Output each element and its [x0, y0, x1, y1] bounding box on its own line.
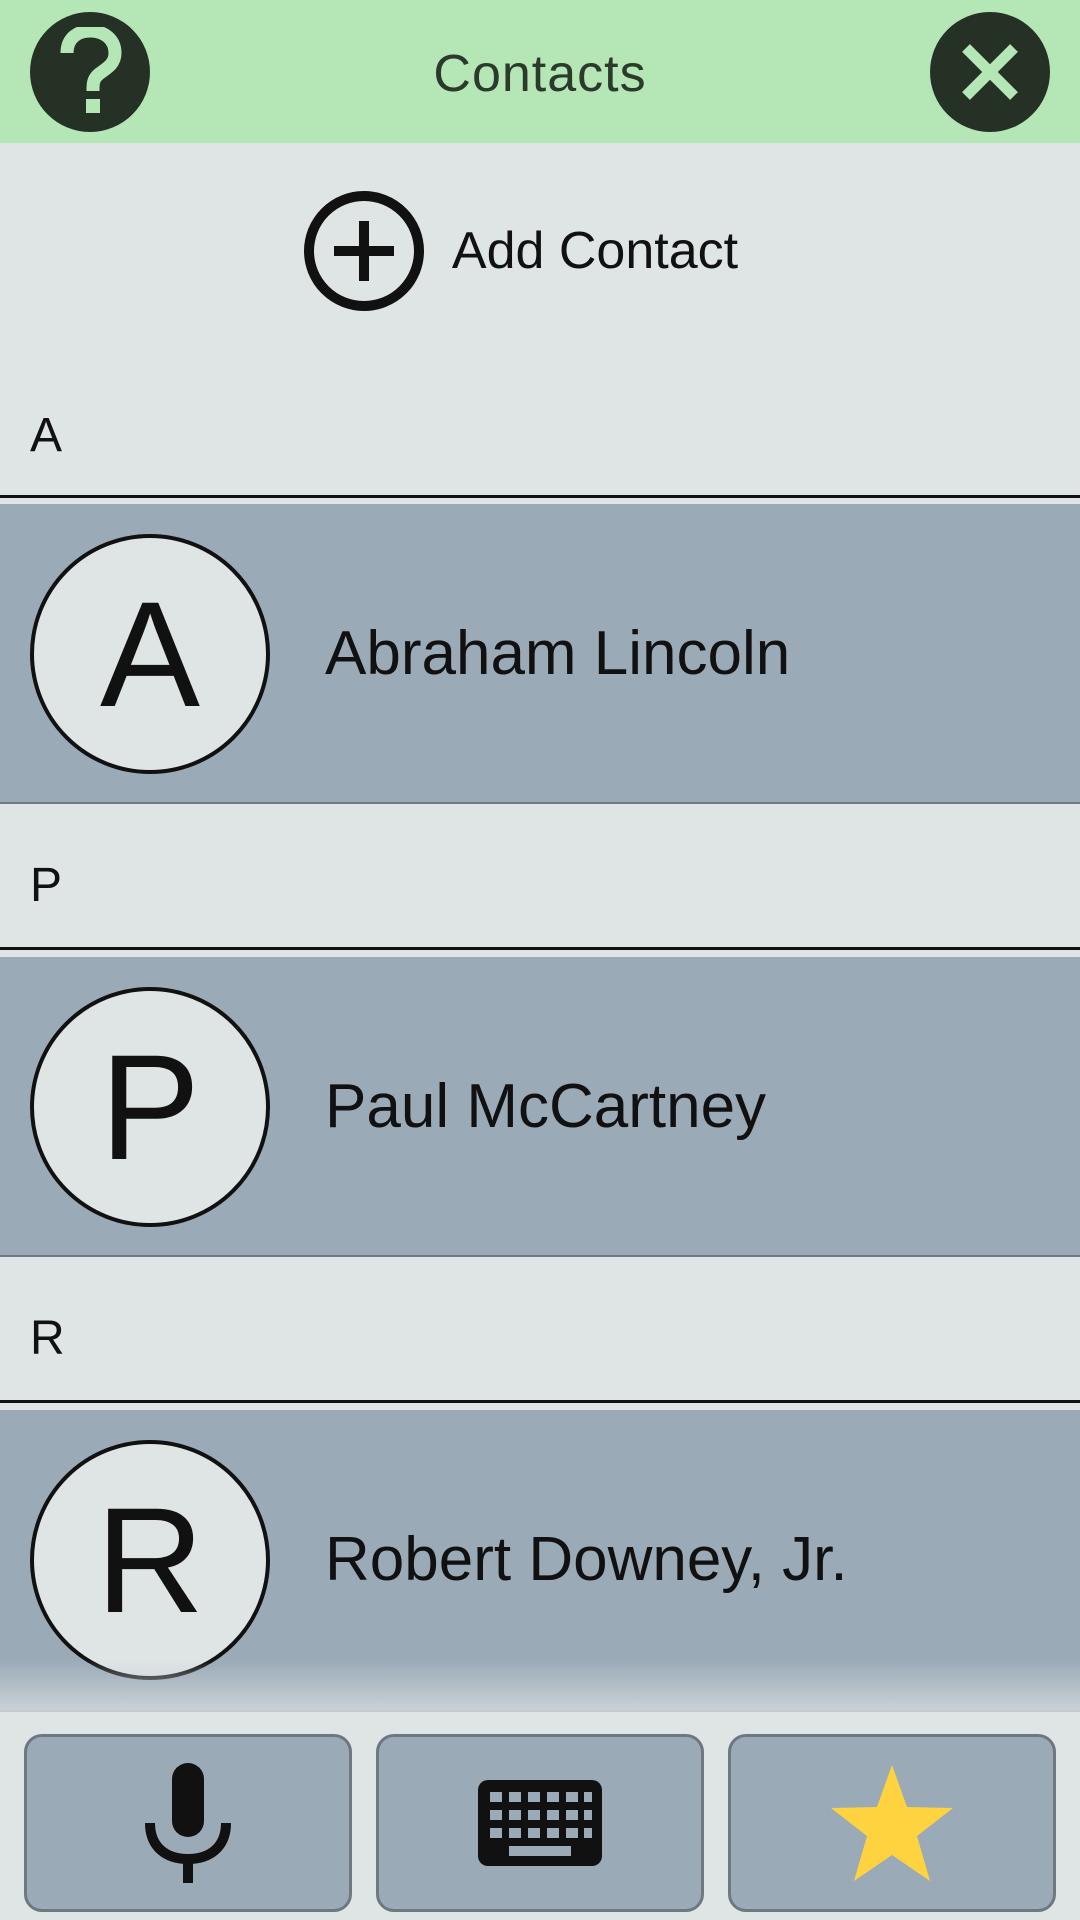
add-contact-button[interactable]: Add Contact — [0, 143, 1080, 358]
scroll-fade — [0, 1660, 1080, 1710]
section-letter: P — [30, 859, 63, 912]
section-letter: A — [30, 409, 63, 462]
question-mark-icon — [60, 27, 122, 113]
avatar: R — [30, 1440, 270, 1680]
close-x-icon — [962, 44, 1018, 100]
header-bar: Contacts — [0, 0, 1080, 143]
help-button[interactable] — [30, 12, 150, 132]
avatar: A — [30, 534, 270, 774]
avatar: P — [30, 987, 270, 1227]
section-header-p: P — [0, 806, 1080, 950]
favorites-button[interactable] — [728, 1734, 1056, 1912]
star-icon — [831, 1765, 953, 1881]
section-header-r: R — [0, 1259, 1080, 1403]
contact-row-abraham-lincoln[interactable]: A Abraham Lincoln — [0, 504, 1080, 804]
section-header-a: A — [0, 358, 1080, 498]
keyboard-icon — [478, 1780, 602, 1866]
close-button[interactable] — [930, 12, 1050, 132]
add-contact-inner: Add Contact — [302, 189, 738, 313]
contact-name: Abraham Lincoln — [325, 619, 791, 688]
contacts-screen: Contacts Add Contact A A Abraham Lincoln… — [0, 0, 1080, 1920]
plus-circle-icon — [303, 190, 424, 311]
contact-name: Paul McCartney — [325, 1072, 767, 1141]
microphone-button[interactable] — [24, 1734, 352, 1912]
microphone-icon — [145, 1763, 231, 1883]
keyboard-button[interactable] — [376, 1734, 704, 1912]
section-letter: R — [30, 1312, 65, 1365]
contact-row-paul-mccartney[interactable]: P Paul McCartney — [0, 957, 1080, 1257]
add-contact-label: Add Contact — [451, 221, 739, 280]
page-title: Contacts — [433, 45, 647, 103]
bottom-toolbar — [0, 1710, 1080, 1920]
